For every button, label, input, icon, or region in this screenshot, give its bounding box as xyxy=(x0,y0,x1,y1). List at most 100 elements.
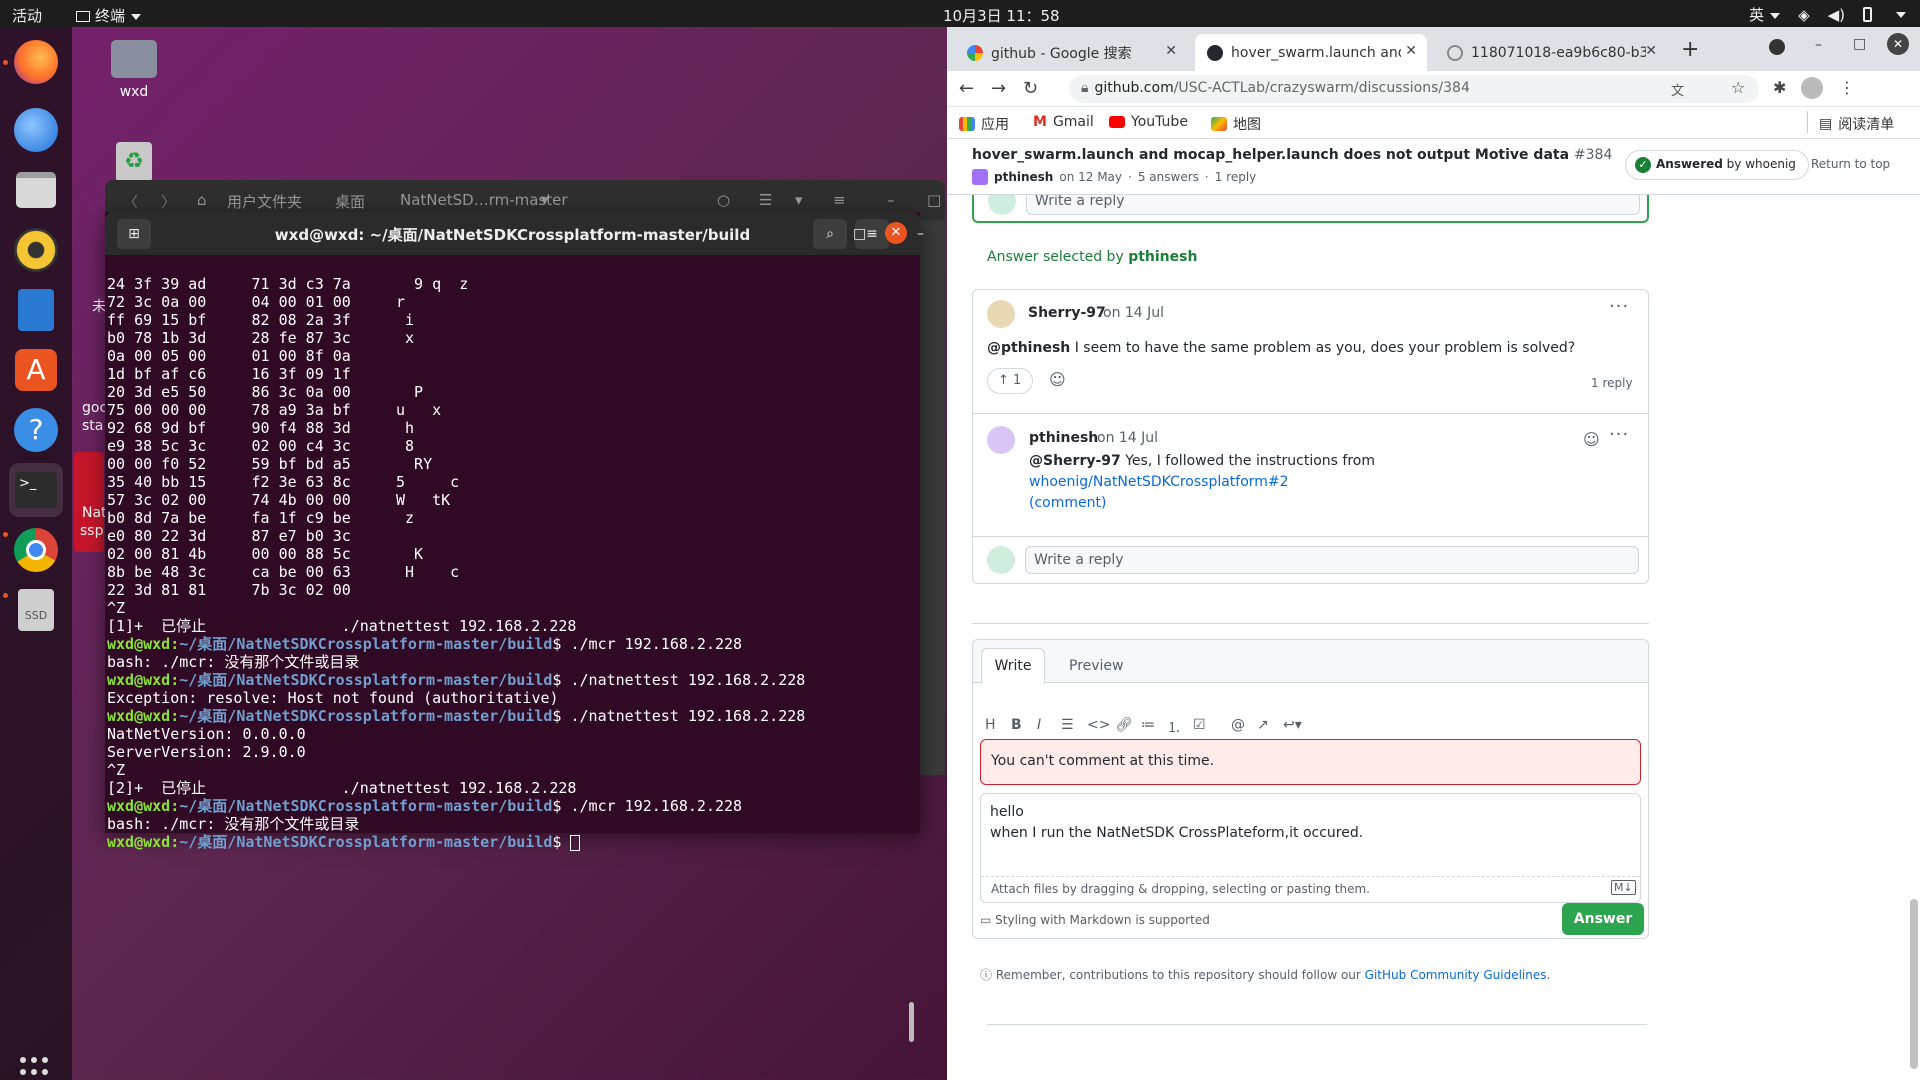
bold-icon[interactable]: B xyxy=(1011,717,1022,733)
reply-count[interactable]: 1 reply xyxy=(1591,376,1633,390)
maximize-icon[interactable]: □ xyxy=(1853,36,1866,52)
clock[interactable]: 10月3日 11：58 xyxy=(943,5,1060,26)
more-options-icon[interactable]: ··· xyxy=(1609,296,1629,317)
link-icon[interactable]: 🔗︎ xyxy=(1115,717,1133,733)
answered-badge[interactable]: Answered by whoenig xyxy=(1625,150,1809,180)
answer-selected-user[interactable]: pthinesh xyxy=(1128,249,1197,265)
maximize-button[interactable]: □ xyxy=(853,226,866,242)
input-method-indicator[interactable]: 英 xyxy=(1749,4,1781,25)
issue-link[interactable]: whoenig/NatNetSDKCrossplatform#2 xyxy=(1029,474,1289,490)
chevron-down-icon[interactable]: ▾ xyxy=(541,191,549,209)
bookmark-star-icon[interactable]: ☆ xyxy=(1731,78,1745,97)
close-window-icon[interactable]: ✕ xyxy=(1887,33,1909,55)
mention-icon[interactable]: @ xyxy=(1231,717,1245,733)
more-menu-icon[interactable]: ⋮ xyxy=(1839,78,1855,97)
italic-icon[interactable]: I xyxy=(1037,717,1041,733)
bookmark-apps[interactable]: 应用 xyxy=(959,114,1009,134)
chevron-down-icon[interactable]: ▾ xyxy=(795,191,803,209)
reply-date[interactable]: on 14 Jul xyxy=(1097,430,1158,446)
reading-list[interactable]: ▤ 阅读清单 xyxy=(1819,114,1894,134)
tab-write[interactable]: Write xyxy=(981,648,1045,684)
dock-software[interactable]: A xyxy=(9,343,63,397)
terminal-window[interactable]: ⊞ wxd@wxd: ~/桌面/NatNetSDKCrossplatform-m… xyxy=(105,212,924,1042)
dock-rhythmbox[interactable] xyxy=(9,223,63,277)
reload-icon[interactable]: ↻ xyxy=(1023,78,1038,99)
back-icon[interactable]: ← xyxy=(959,78,974,99)
attach-files-hint[interactable]: Attach files by dragging & dropping, sel… xyxy=(991,882,1370,896)
avatar[interactable] xyxy=(987,426,1015,454)
forward-icon[interactable]: 〉 xyxy=(161,191,176,212)
path-segment[interactable]: 用户文件夹 xyxy=(227,191,302,212)
guidelines-link[interactable]: GitHub Community Guidelines xyxy=(1365,968,1547,982)
saved-replies-icon[interactable]: ↩▾ xyxy=(1283,717,1302,733)
more-options-icon[interactable]: ··· xyxy=(1609,424,1629,445)
dock-chrome[interactable] xyxy=(9,523,63,577)
close-tab-icon[interactable]: ✕ xyxy=(1405,43,1417,59)
write-reply-input[interactable]: Write a reply xyxy=(1025,546,1639,574)
forward-icon[interactable]: → xyxy=(991,78,1006,99)
view-list-icon[interactable]: ☰ xyxy=(759,191,772,209)
dock-ssd[interactable]: SSD xyxy=(9,583,63,637)
bookmark-maps[interactable]: 地图 xyxy=(1211,114,1261,134)
back-icon[interactable]: 〈 xyxy=(123,191,138,212)
browser-window[interactable]: github - Google 搜索 ✕ hover_swarm.launch … xyxy=(947,27,1920,1080)
markdown-note[interactable]: ▭ Styling with Markdown is supported xyxy=(980,913,1210,927)
quote-icon[interactable]: ☰ xyxy=(1061,717,1074,733)
heading-icon[interactable]: H xyxy=(985,717,996,733)
avatar[interactable] xyxy=(972,169,988,185)
bookmark-gmail[interactable]: M Gmail xyxy=(1033,114,1094,130)
app-menu[interactable]: 终端 xyxy=(76,5,142,26)
terminal-output[interactable]: 24 3f 39 ad 71 3d c3 7a 9 q z 72 3c 0a 00… xyxy=(105,255,920,887)
profile-avatar[interactable] xyxy=(1801,77,1823,99)
show-applications-button[interactable] xyxy=(20,1057,52,1080)
task-list-icon[interactable]: ☑ xyxy=(1193,717,1206,733)
close-button[interactable]: ✕ xyxy=(885,222,907,244)
translate-icon[interactable]: 文 xyxy=(1671,80,1684,99)
menu-icon[interactable]: ≡ xyxy=(833,191,846,209)
minimize-button[interactable]: – xyxy=(917,226,924,242)
tab-image[interactable]: 118071018-ea9b6c80-b3e ✕ xyxy=(1435,34,1667,71)
desktop-home-folder[interactable]: wxd xyxy=(94,40,174,100)
dock-firefox[interactable] xyxy=(9,35,63,89)
tab-preview[interactable]: Preview xyxy=(1069,658,1124,674)
reply-author[interactable]: pthinesh xyxy=(1029,430,1098,446)
new-tab-icon[interactable]: + xyxy=(1681,37,1699,62)
cross-reference-icon[interactable]: ↗ xyxy=(1257,717,1269,733)
home-icon[interactable]: ⌂ xyxy=(197,191,207,209)
path-segment[interactable]: 桌面 xyxy=(335,191,365,212)
upvote-button[interactable]: ↑ 1 xyxy=(987,368,1033,394)
desktop-trash[interactable]: ♻ xyxy=(94,142,174,182)
network-icon[interactable]: ◈ xyxy=(1798,6,1810,24)
bullet-list-icon[interactable]: ≔ xyxy=(1141,717,1155,733)
tab-search-icon[interactable] xyxy=(1769,39,1785,55)
comment-link[interactable]: (comment) xyxy=(1029,495,1106,511)
minimize-icon[interactable]: – xyxy=(887,191,895,209)
address-bar[interactable]: 🔒︎ github.com/USC-ACTLab/crazyswarm/discu… xyxy=(1069,75,1759,103)
maximize-icon[interactable]: □ xyxy=(927,191,941,209)
dock-writer[interactable] xyxy=(9,283,63,337)
avatar[interactable] xyxy=(987,300,1015,328)
search-icon[interactable]: ○ xyxy=(717,191,730,209)
tab-github-discussion[interactable]: hover_swarm.launch and ✕ xyxy=(1195,34,1427,71)
terminal-search-button[interactable]: ⌕ xyxy=(813,219,847,249)
smiley-icon[interactable]: ☺ xyxy=(1049,370,1066,389)
author-link[interactable]: pthinesh xyxy=(994,170,1053,184)
bookmark-youtube[interactable]: YouTube xyxy=(1109,114,1188,130)
close-tab-icon[interactable]: ✕ xyxy=(1645,43,1657,59)
extensions-icon[interactable]: ✱ xyxy=(1773,78,1786,97)
close-tab-icon[interactable]: ✕ xyxy=(1165,43,1177,59)
mention[interactable]: @pthinesh xyxy=(987,340,1070,356)
tab-google-search[interactable]: github - Google 搜索 ✕ xyxy=(955,34,1187,71)
dock-files[interactable] xyxy=(9,163,63,217)
smiley-icon[interactable]: ☺ xyxy=(1583,430,1600,449)
comment-author[interactable]: Sherry-97 xyxy=(1028,305,1106,321)
code-icon[interactable]: <> xyxy=(1087,717,1110,733)
comment-textarea[interactable]: hello when I run the NatNetSDK CrossPlate… xyxy=(980,793,1641,903)
page-scrollbar[interactable] xyxy=(1910,899,1918,1069)
dock-thunderbird[interactable] xyxy=(9,103,63,157)
numbered-list-icon[interactable]: ⒈ xyxy=(1167,717,1181,737)
dock-terminal[interactable]: >_ xyxy=(9,463,63,517)
comment-date[interactable]: on 14 Jul xyxy=(1103,305,1164,321)
system-menu-chevron[interactable] xyxy=(1890,6,1906,24)
answer-button[interactable]: Answer xyxy=(1562,903,1644,935)
